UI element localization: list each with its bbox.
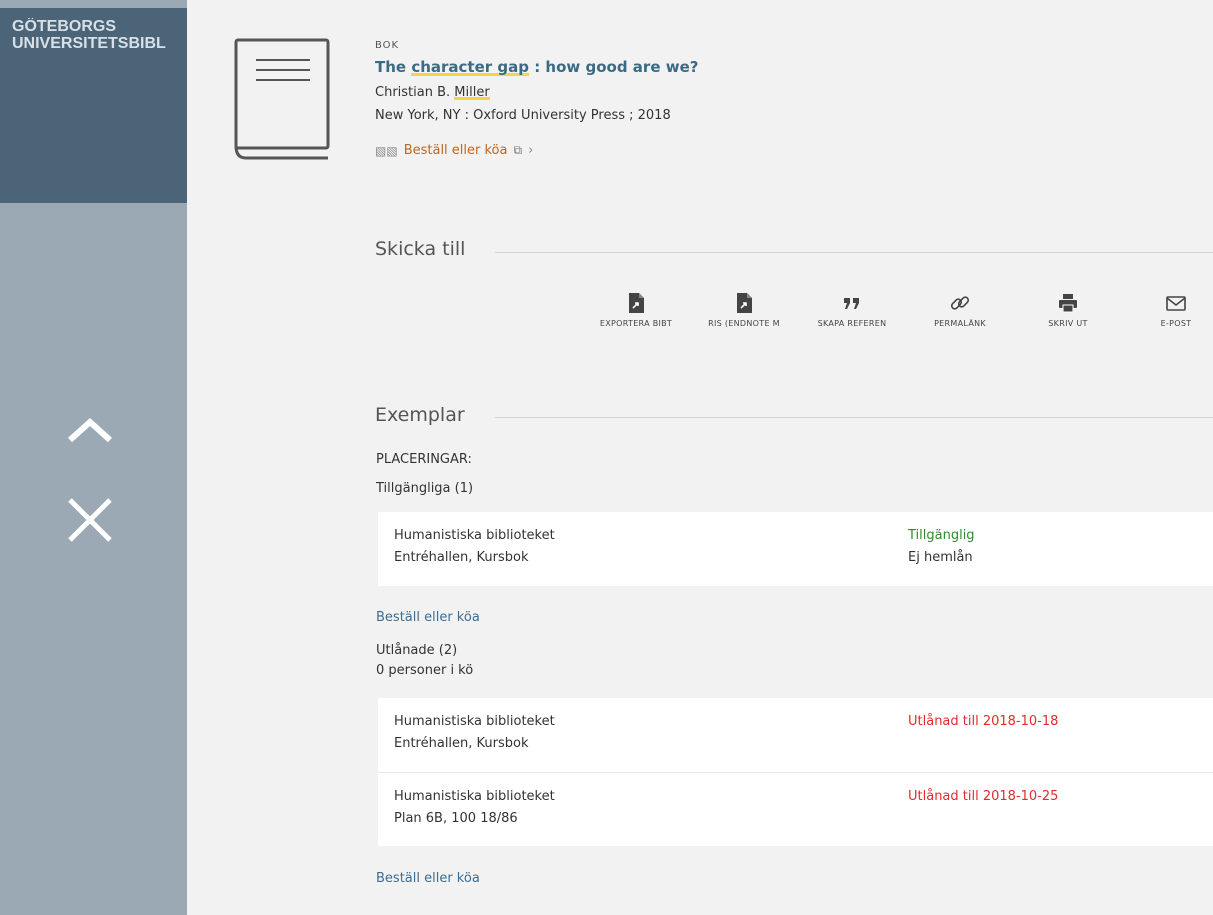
holding-location: Entréhallen, Kursbok (394, 736, 529, 751)
send-to-divider (495, 252, 1213, 253)
print-button[interactable]: SKRIV UT (1014, 292, 1122, 328)
export-bibtex-button[interactable]: EXPORTERA BIBT (582, 292, 690, 328)
order-or-queue-link[interactable]: ▧▧ Beställ eller köa ⧉ › (375, 143, 533, 158)
holding-status: Tillgänglig (908, 528, 975, 543)
export-ris-button[interactable]: RIS (ENDNOTE M (690, 292, 798, 328)
order-or-queue-link[interactable]: Beställ eller köa (376, 610, 480, 625)
holding-row[interactable]: Humanistiska biblioteket Plan 6B, 100 18… (378, 772, 1213, 846)
action-label: EXPORTERA BIBT (599, 319, 673, 328)
send-to-title: Skicka till (375, 238, 466, 260)
sidebar-logo-area: GÖTEBORGS UNIVERSITETSBIBL (0, 8, 187, 203)
author-highlight: Miller (454, 85, 490, 100)
record-publisher: New York, NY : Oxford University Press ;… (375, 108, 671, 123)
author-part-1: Christian B. (375, 85, 455, 100)
holding-library: Humanistiska biblioteket (394, 714, 555, 729)
logo-line-1: GÖTEBORGS (12, 18, 117, 35)
available-count: Tillgängliga (1) (376, 481, 474, 496)
scroll-up-button[interactable] (60, 400, 120, 460)
queue-count: 0 personer i kö (376, 663, 474, 678)
available-holdings-list: Humanistiska biblioteket Entréhallen, Ku… (378, 512, 1213, 586)
title-highlight: character gap (411, 58, 529, 76)
record-author: Christian B. Miller (375, 85, 490, 100)
external-link-icon: ⧉ (513, 143, 523, 157)
holding-status: Utlånad till 2018-10-25 (908, 789, 1059, 804)
locations-label: PLACERINGAR: (376, 452, 472, 467)
action-label: RIS (ENDNOTE M (708, 319, 780, 328)
link-icon (950, 296, 970, 310)
chevron-right-icon: › (528, 143, 534, 158)
export-file-icon (737, 293, 752, 313)
export-file-icon (629, 293, 644, 313)
library-logo[interactable]: GÖTEBORGS UNIVERSITETSBIBL (12, 18, 187, 52)
logo-line-2: UNIVERSITETSBIBL (12, 35, 166, 52)
holding-row[interactable]: Humanistiska biblioteket Entréhallen, Ku… (378, 698, 1213, 772)
book-thumbnail-icon (234, 38, 330, 160)
holding-location: Entréhallen, Kursbok (394, 550, 529, 565)
record-type: BOK (375, 40, 400, 51)
holding-library: Humanistiska biblioteket (394, 789, 555, 804)
action-label: SKRIV UT (1048, 319, 1088, 328)
quote-icon (844, 298, 859, 309)
record-title[interactable]: The character gap : how good are we? (375, 58, 698, 76)
action-label: E-POST (1160, 319, 1192, 328)
order-link-label: Beställ eller köa (403, 143, 508, 158)
permalink-button[interactable]: PERMALÄNK (906, 292, 1014, 328)
items-divider (495, 417, 1213, 418)
left-sidebar: GÖTEBORGS UNIVERSITETSBIBL (0, 0, 187, 915)
order-or-queue-link[interactable]: Beställ eller köa (376, 871, 480, 886)
title-part-2: : how good are we? (528, 58, 699, 76)
open-book-icon: ▧▧ (375, 143, 398, 158)
loaned-count: Utlånade (2) (376, 643, 458, 658)
items-title: Exemplar (375, 404, 465, 426)
record-detail-panel: BOK The character gap : how good are we?… (187, 0, 1213, 915)
create-reference-button[interactable]: SKAPA REFEREN (798, 292, 906, 328)
holding-location: Plan 6B, 100 18/86 (394, 811, 518, 826)
email-icon (1166, 296, 1186, 311)
send-to-actions: EXPORTERA BIBT RIS (ENDNOTE M SKAPA REFE… (582, 292, 1213, 328)
title-part-1: The (375, 58, 412, 76)
holding-status: Utlånad till 2018-10-18 (908, 714, 1059, 729)
chevron-up-icon (67, 417, 113, 443)
close-icon (68, 498, 112, 542)
holding-row[interactable]: Humanistiska biblioteket Entréhallen, Ku… (378, 512, 1213, 586)
loaned-holdings-list: Humanistiska biblioteket Entréhallen, Ku… (378, 698, 1213, 846)
holding-library: Humanistiska biblioteket (394, 528, 555, 543)
action-label: SKAPA REFEREN (817, 319, 887, 328)
action-label: PERMALÄNK (934, 319, 986, 328)
close-button[interactable] (60, 490, 120, 550)
email-button[interactable]: E-POST (1122, 292, 1213, 328)
print-icon (1059, 294, 1077, 313)
holding-note: Ej hemlån (908, 550, 973, 565)
